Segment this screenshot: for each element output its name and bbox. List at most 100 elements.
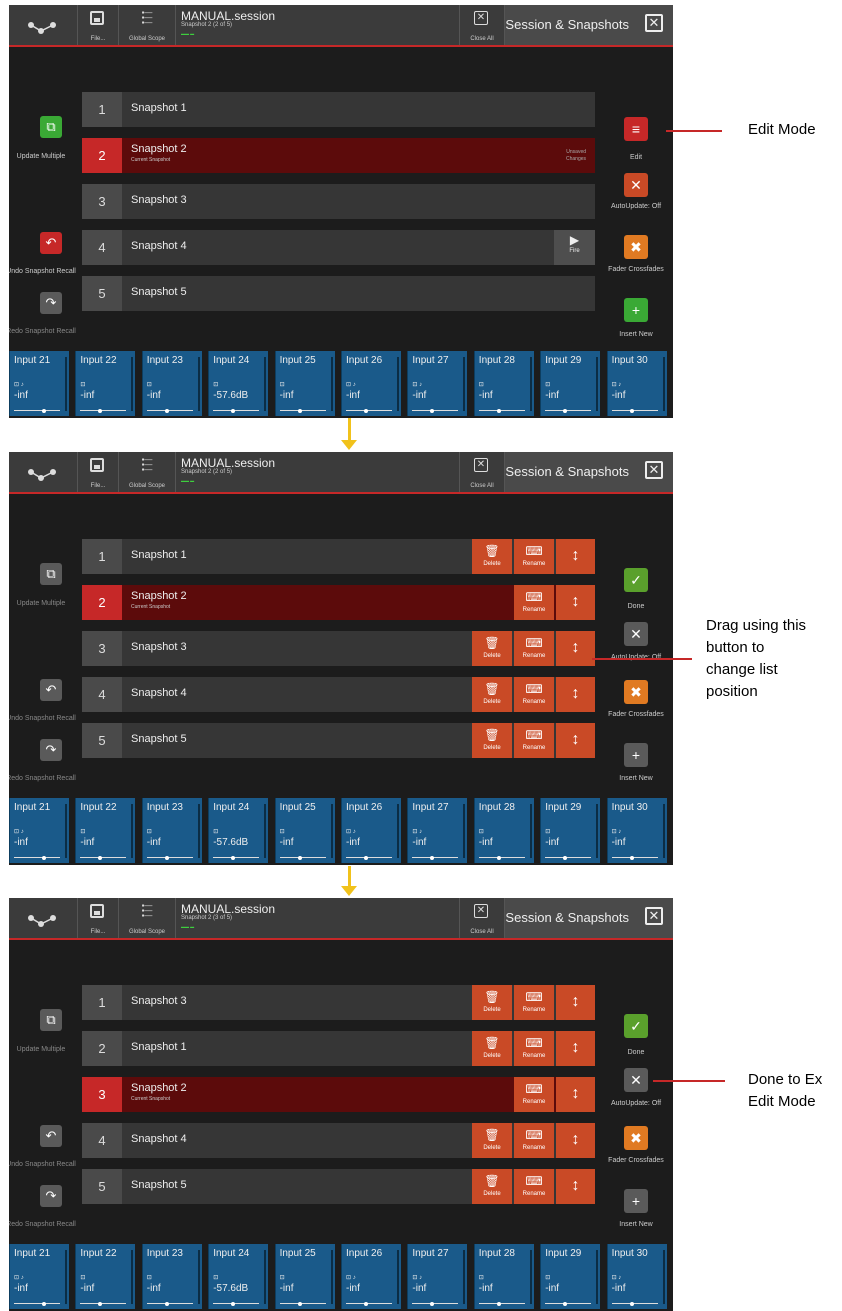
rename-button[interactable]: ⌨ Rename <box>514 985 554 1020</box>
fader-position[interactable] <box>496 856 501 860</box>
channel-input[interactable]: Input 26 ⊡ ♪ -inf <box>341 1244 401 1309</box>
undo-snapshot-button[interactable]: ↶ <box>40 679 62 701</box>
snapshot-row[interactable]: 4 Snapshot 4 🗑 Delete ⌨ Rename ↕ <box>82 677 595 712</box>
insert-new-button[interactable]: + <box>624 298 648 322</box>
channel-input[interactable]: Input 28 ⊡ -inf <box>473 798 534 863</box>
global-scope-button[interactable]: ▪— ▪— ▪— Global Scope <box>119 452 175 492</box>
channel-input[interactable]: Input 27 ⊡ ♪ -inf <box>407 351 468 416</box>
delete-button[interactable]: 🗑 Delete <box>472 677 512 712</box>
channel-input[interactable]: Input 26 ⊡ ♪ -inf <box>341 798 401 863</box>
snapshot-row[interactable]: 5 Snapshot 5 🗑 Delete ⌨ Rename ↕ <box>82 723 595 758</box>
fader-position[interactable] <box>231 856 236 860</box>
fader-position[interactable] <box>98 409 103 413</box>
delete-button[interactable]: 🗑 Delete <box>472 1031 512 1066</box>
drag-handle[interactable]: ↕ <box>556 631 595 666</box>
fader-position[interactable] <box>563 856 568 860</box>
channel-input[interactable]: Input 24 ⊡ -57.6dB <box>208 351 269 416</box>
snapshot-row[interactable]: 2 Snapshot 2 Current Snapshot ⌨ Rename ↕ <box>82 585 595 620</box>
redo-snapshot-button[interactable]: ↷ <box>40 1185 62 1207</box>
fader-position[interactable] <box>364 856 368 860</box>
autoupdate-button[interactable]: ✕ <box>624 1068 648 1092</box>
done-button[interactable]: ✓ <box>624 568 648 592</box>
fader-position[interactable] <box>430 409 435 413</box>
rename-button[interactable]: ⌨ Rename <box>514 1169 554 1204</box>
done-button[interactable]: ✓ <box>624 1014 648 1038</box>
snapshot-row[interactable]: 1 Snapshot 1 <box>82 92 595 127</box>
fader-position[interactable] <box>563 409 568 413</box>
drag-handle[interactable]: ↕ <box>556 585 595 620</box>
drag-handle[interactable]: ↕ <box>556 985 595 1020</box>
snapshot-row[interactable]: 1 Snapshot 3 🗑 Delete ⌨ Rename ↕ <box>82 985 595 1020</box>
drag-handle[interactable]: ↕ <box>556 1031 595 1066</box>
fader-position[interactable] <box>629 856 634 860</box>
fader-position[interactable] <box>231 1302 236 1306</box>
drag-handle[interactable]: ↕ <box>556 1077 595 1112</box>
channel-input[interactable]: Input 25 ⊡ -inf <box>274 351 335 416</box>
insert-new-button[interactable]: + <box>624 743 648 767</box>
channel-input[interactable]: Input 22 ⊡ -inf <box>75 798 136 863</box>
rename-button[interactable]: ⌨ Rename <box>514 585 554 620</box>
close-all-button[interactable]: ✕ Close All <box>460 898 504 938</box>
update-multiple-button[interactable]: ⧉ <box>40 116 62 138</box>
fader-position[interactable] <box>563 1302 568 1306</box>
channel-input[interactable]: Input 25 ⊡ -inf <box>274 1244 335 1309</box>
channel-input[interactable]: Input 27 ⊡ ♪ -inf <box>407 1244 468 1309</box>
fader-position[interactable] <box>629 409 634 413</box>
fader-crossfades-button[interactable]: ✖ <box>624 235 648 259</box>
channel-input[interactable]: Input 23 ⊡ -inf <box>141 351 202 416</box>
fader-position[interactable] <box>164 409 169 413</box>
channel-input[interactable]: Input 27 ⊡ ♪ -inf <box>407 798 468 863</box>
channel-input[interactable]: Input 21 ⊡ ♪ -inf <box>9 798 69 863</box>
channel-input[interactable]: Input 23 ⊡ -inf <box>141 1244 202 1309</box>
close-all-button[interactable]: ✕ Close All <box>460 452 504 492</box>
delete-button[interactable]: 🗑 Delete <box>472 539 512 574</box>
update-multiple-button[interactable]: ⧉ <box>40 563 62 585</box>
channel-input[interactable]: Input 29 ⊡ -inf <box>540 798 601 863</box>
close-all-button[interactable]: ✕ Close All <box>460 5 504 45</box>
global-scope-button[interactable]: ▪— ▪— ▪— Global Scope <box>119 5 175 45</box>
fader-position[interactable] <box>42 856 46 860</box>
fader-position[interactable] <box>297 856 302 860</box>
autoupdate-button[interactable]: ✕ <box>624 173 648 197</box>
close-icon[interactable]: ✕ <box>645 907 663 925</box>
update-multiple-button[interactable]: ⧉ <box>40 1009 62 1031</box>
fader-position[interactable] <box>297 1302 302 1306</box>
undo-snapshot-button[interactable]: ↶ <box>40 232 62 254</box>
file-button[interactable]: File... <box>78 898 118 938</box>
fader-position[interactable] <box>42 1302 46 1306</box>
channel-input[interactable]: Input 28 ⊡ -inf <box>473 1244 534 1309</box>
rename-button[interactable]: ⌨ Rename <box>514 677 554 712</box>
drag-handle[interactable]: ↕ <box>556 677 595 712</box>
fire-button[interactable]: ▶ Fire <box>554 230 595 265</box>
channel-input[interactable]: Input 30 ⊡ ♪ -inf <box>606 1244 667 1309</box>
fader-position[interactable] <box>98 1302 103 1306</box>
fader-position[interactable] <box>164 1302 169 1306</box>
snapshot-row[interactable]: 4 Snapshot 4 🗑 Delete ⌨ Rename ↕ <box>82 1123 595 1158</box>
delete-button[interactable]: 🗑 Delete <box>472 1169 512 1204</box>
close-icon[interactable]: ✕ <box>645 461 663 479</box>
channel-input[interactable]: Input 24 ⊡ -57.6dB <box>208 798 269 863</box>
channel-input[interactable]: Input 26 ⊡ ♪ -inf <box>341 351 401 416</box>
channel-input[interactable]: Input 30 ⊡ ♪ -inf <box>606 351 667 416</box>
fader-position[interactable] <box>364 1302 368 1306</box>
file-button[interactable]: File... <box>78 452 118 492</box>
app-logo-icon[interactable] <box>9 452 77 492</box>
global-scope-button[interactable]: ▪— ▪— ▪— Global Scope <box>119 898 175 938</box>
rename-button[interactable]: ⌨ Rename <box>514 1123 554 1158</box>
snapshot-row[interactable]: 5 Snapshot 5 🗑 Delete ⌨ Rename ↕ <box>82 1169 595 1204</box>
snapshot-row[interactable]: 5 Snapshot 5 <box>82 276 595 311</box>
drag-handle[interactable]: ↕ <box>556 1123 595 1158</box>
rename-button[interactable]: ⌨ Rename <box>514 723 554 758</box>
undo-snapshot-button[interactable]: ↶ <box>40 1125 62 1147</box>
fader-position[interactable] <box>98 856 103 860</box>
delete-button[interactable]: 🗑 Delete <box>472 1123 512 1158</box>
channel-input[interactable]: Input 29 ⊡ -inf <box>540 1244 601 1309</box>
channel-input[interactable]: Input 25 ⊡ -inf <box>274 798 335 863</box>
fader-crossfades-button[interactable]: ✖ <box>624 680 648 704</box>
channel-input[interactable]: Input 28 ⊡ -inf <box>473 351 534 416</box>
fader-position[interactable] <box>496 409 501 413</box>
app-logo-icon[interactable] <box>9 898 77 938</box>
fader-crossfades-button[interactable]: ✖ <box>624 1126 648 1150</box>
channel-input[interactable]: Input 23 ⊡ -inf <box>141 798 202 863</box>
snapshot-row[interactable]: 3 Snapshot 3 🗑 Delete ⌨ Rename ↕ <box>82 631 595 666</box>
